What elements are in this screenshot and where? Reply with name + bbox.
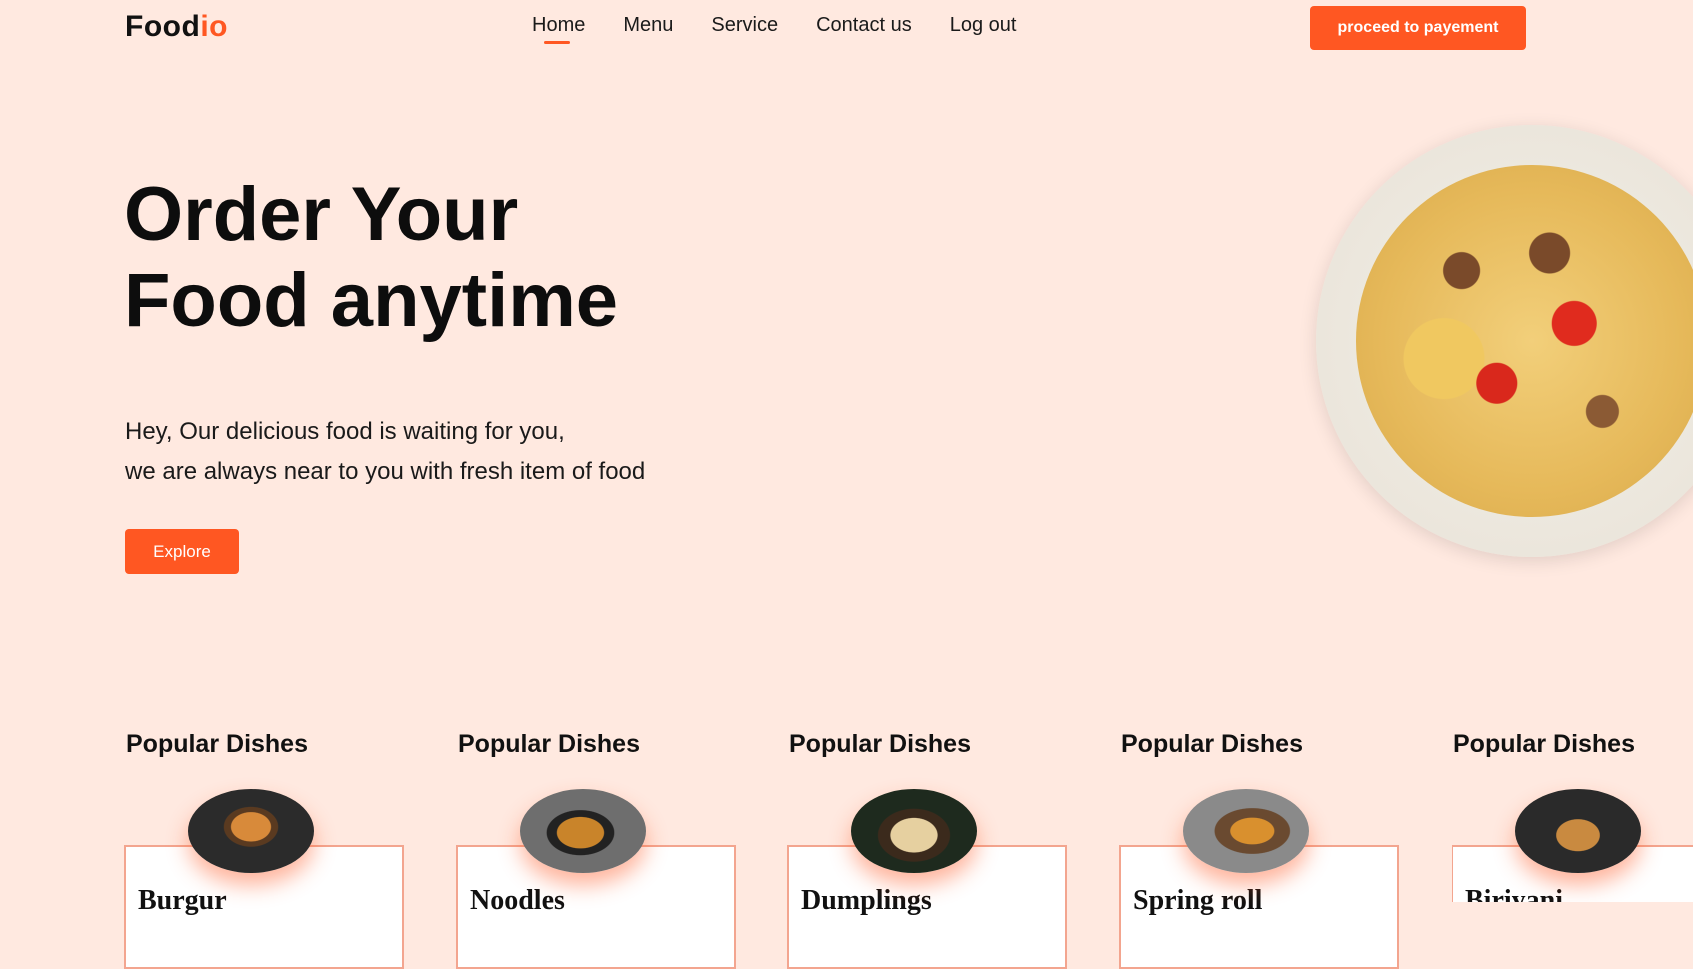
- hero-title: Order Your Food anytime: [124, 172, 618, 344]
- nav-item-logout[interactable]: Log out: [950, 14, 1017, 37]
- hero-title-line1: Order Your: [124, 172, 519, 257]
- dish-item-biriyani: Popular Dishes Biriyani: [1452, 730, 1693, 902]
- dish-name: Noodles: [470, 885, 565, 916]
- dish-name: Biriyani: [1465, 885, 1564, 902]
- nav-item-service[interactable]: Service: [711, 14, 778, 37]
- dish-heading: Popular Dishes: [1453, 730, 1635, 758]
- noodle-plate-food: [1356, 165, 1693, 517]
- biriyani-image: [1515, 789, 1641, 873]
- proceed-to-payment-button[interactable]: proceed to payement: [1310, 6, 1526, 50]
- dish-heading: Popular Dishes: [126, 730, 308, 758]
- dish-heading: Popular Dishes: [789, 730, 971, 758]
- dish-name: Burgur: [138, 885, 227, 916]
- dish-name: Dumplings: [801, 885, 932, 916]
- burger-image: [188, 789, 314, 873]
- dish-heading: Popular Dishes: [458, 730, 640, 758]
- dish-name: Spring roll: [1133, 885, 1263, 916]
- dish-heading: Popular Dishes: [1121, 730, 1303, 758]
- spring-roll-image: [1183, 789, 1309, 873]
- noodles-image: [520, 789, 646, 873]
- top-navbar: Foodio Home Menu Service Contact us Log …: [0, 0, 1693, 58]
- brand-logo[interactable]: Foodio: [125, 10, 228, 44]
- hero-title-line2: Food anytime: [124, 258, 619, 343]
- nav-item-home[interactable]: Home: [532, 14, 585, 44]
- hero-subtitle-line1: Hey, Our delicious food is waiting for y…: [125, 418, 565, 445]
- explore-button[interactable]: Explore: [125, 529, 239, 574]
- hero-subtitle: Hey, Our delicious food is waiting for y…: [125, 412, 645, 492]
- nav-item-contact[interactable]: Contact us: [816, 14, 912, 37]
- nav-menu: Home Menu Service Contact us Log out: [532, 14, 1017, 44]
- hero-subtitle-line2: we are always near to you with fresh ite…: [125, 458, 646, 485]
- brand-logo-accent: io: [200, 10, 228, 43]
- brand-logo-main: Food: [125, 10, 201, 43]
- noodle-plate-image: [1316, 125, 1693, 557]
- dumplings-image: [851, 789, 977, 873]
- nav-item-menu[interactable]: Menu: [623, 14, 673, 37]
